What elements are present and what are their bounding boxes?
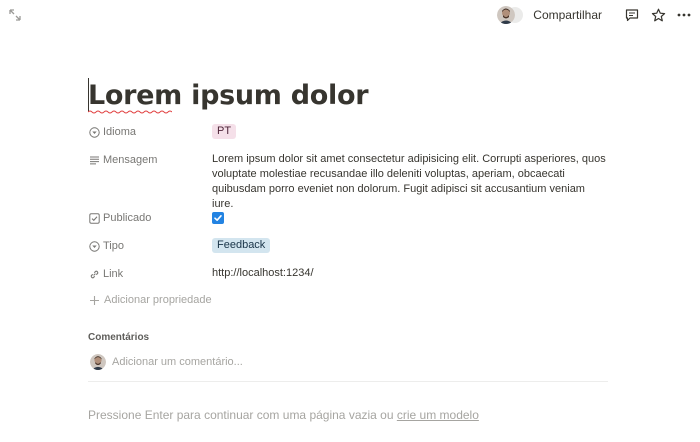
property-value[interactable]: PT [212, 124, 608, 140]
page-title[interactable]: Lorem ipsum dolor [88, 80, 369, 111]
plus-icon [88, 294, 100, 306]
property-value[interactable]: Feedback [212, 238, 608, 254]
tag-feedback: Feedback [212, 238, 271, 253]
avatar [90, 354, 106, 370]
hint-text: Pressione Enter para continuar com uma p… [88, 408, 397, 422]
share-button[interactable]: Compartilhar [533, 8, 602, 22]
property-publicado: Publicado [88, 210, 608, 226]
add-property-label: Adicionar propriedade [104, 294, 212, 306]
property-label[interactable]: Tipo [88, 238, 212, 254]
property-label[interactable]: Idioma [88, 124, 212, 140]
published-checkbox[interactable] [212, 212, 224, 224]
link-icon [88, 268, 100, 280]
more-icon[interactable] [676, 7, 692, 23]
message-text[interactable]: Lorem ipsum dolor sit amet consectetur a… [212, 152, 608, 212]
select-icon [88, 126, 100, 138]
property-value: http://localhost:1234/ [212, 266, 608, 282]
comments-heading: Comentários [88, 332, 150, 343]
property-label[interactable]: Publicado [88, 210, 212, 226]
property-label[interactable]: Mensagem [88, 152, 212, 168]
property-label[interactable]: Link [88, 266, 212, 282]
property-link: Link http://localhost:1234/ [88, 266, 608, 282]
property-name: Tipo [103, 240, 124, 252]
add-property-button[interactable]: Adicionar propriedade [88, 294, 212, 306]
tag-pt: PT [212, 124, 237, 139]
property-value [212, 210, 608, 226]
comment-icon[interactable] [624, 7, 640, 23]
empty-page-hint: Pressione Enter para continuar com uma p… [88, 408, 479, 422]
comment-input[interactable] [112, 356, 512, 368]
property-tipo: Tipo Feedback [88, 238, 608, 254]
checkbox-icon [88, 212, 100, 224]
topbar: Compartilhar [0, 0, 700, 30]
property-name: Publicado [103, 212, 152, 224]
expand-icon[interactable] [8, 8, 22, 22]
text-lines-icon [88, 154, 100, 166]
property-mensagem: Mensagem Lorem ipsum dolor sit amet cons… [88, 152, 608, 212]
comment-composer [88, 352, 608, 372]
divider [88, 381, 608, 382]
property-idioma: Idioma PT [88, 124, 608, 140]
collaborators[interactable] [497, 5, 524, 25]
star-icon[interactable] [650, 7, 666, 23]
link-value[interactable]: http://localhost:1234/ [212, 267, 314, 279]
select-icon [88, 240, 100, 252]
property-name: Idioma [103, 126, 137, 138]
spellcheck-underline [88, 110, 172, 114]
property-name: Mensagem [103, 154, 158, 166]
property-name: Link [103, 268, 124, 280]
create-template-link[interactable]: crie um modelo [397, 408, 479, 422]
